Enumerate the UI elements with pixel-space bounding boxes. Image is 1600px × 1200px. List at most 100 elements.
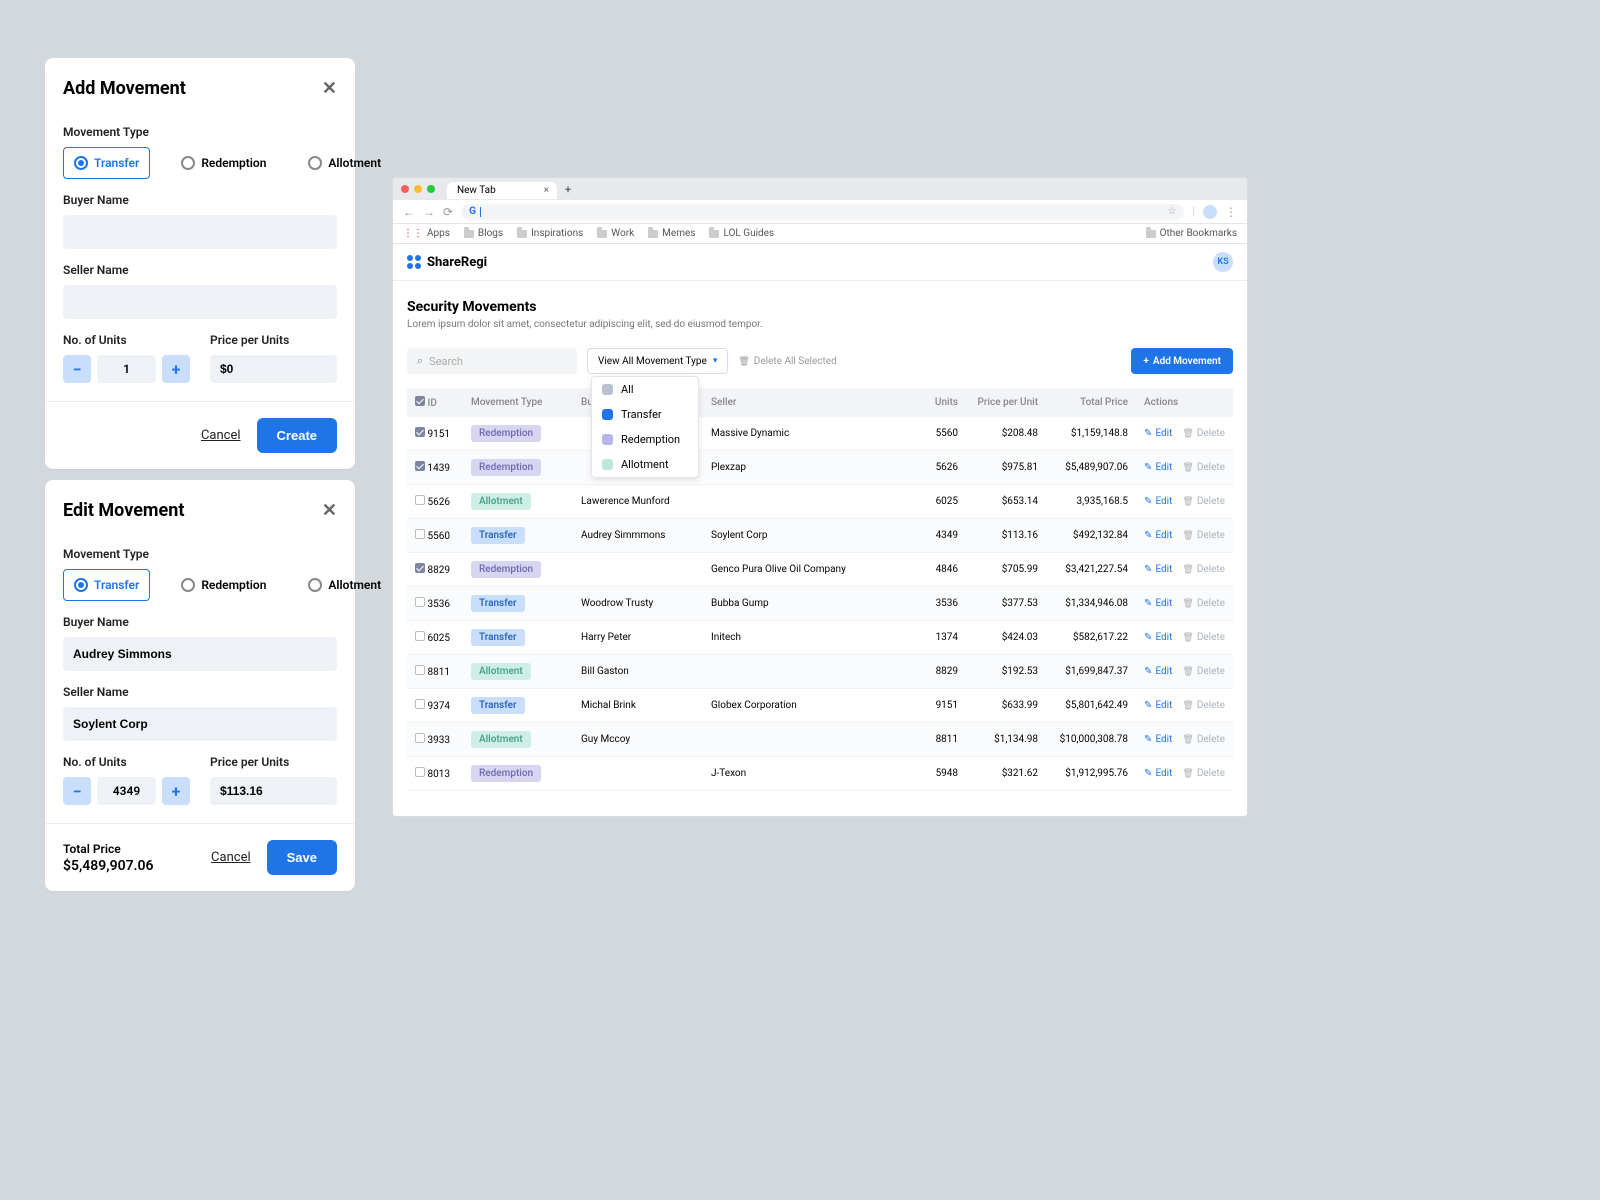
radio-transfer[interactable]: Transfer bbox=[63, 569, 150, 601]
radio-transfer[interactable]: Transfer bbox=[63, 147, 150, 179]
row-checkbox[interactable] bbox=[415, 461, 425, 471]
add-movement-button[interactable]: Add Movement bbox=[1131, 348, 1233, 374]
star-icon[interactable]: ☆ bbox=[1167, 206, 1176, 217]
edit-button[interactable]: Edit bbox=[1144, 768, 1172, 779]
edit-button[interactable]: Edit bbox=[1144, 734, 1172, 745]
price-input[interactable] bbox=[210, 355, 337, 383]
bookmark-folder[interactable]: LOL Guides bbox=[709, 228, 774, 239]
ppu-cell: $377.53 bbox=[966, 587, 1046, 621]
back-icon[interactable]: ← bbox=[403, 205, 415, 219]
movement-type-radios: Transfer Redemption Allotment bbox=[63, 569, 337, 601]
row-checkbox[interactable] bbox=[415, 427, 425, 437]
search-input[interactable]: Search bbox=[407, 348, 577, 374]
url-input[interactable]: G ☆ bbox=[461, 204, 1184, 220]
total-cell: $3,421,227.54 bbox=[1046, 553, 1136, 587]
table-row: 9151RedemptionMassive Dynamic5560$208.48… bbox=[407, 417, 1233, 451]
other-bookmarks[interactable]: Other Bookmarks bbox=[1146, 228, 1237, 239]
increment-button[interactable]: + bbox=[162, 777, 190, 805]
seller-cell bbox=[703, 723, 916, 757]
edit-button[interactable]: Edit bbox=[1144, 462, 1172, 473]
delete-button[interactable]: Delete bbox=[1182, 598, 1225, 609]
bookmark-folder[interactable]: Inspirations bbox=[517, 228, 583, 239]
row-checkbox[interactable] bbox=[415, 529, 425, 539]
increment-button[interactable]: + bbox=[162, 355, 190, 383]
window-maximize-icon[interactable] bbox=[427, 185, 435, 193]
delete-button[interactable]: Delete bbox=[1182, 700, 1225, 711]
price-input[interactable] bbox=[210, 777, 337, 805]
delete-button[interactable]: Delete bbox=[1182, 496, 1225, 507]
apps-button[interactable]: ⋮⋮Apps bbox=[403, 228, 450, 239]
row-checkbox[interactable] bbox=[415, 597, 425, 607]
window-close-icon[interactable] bbox=[401, 185, 409, 193]
edit-button[interactable]: Edit bbox=[1144, 428, 1172, 439]
filter-option-allotment[interactable]: Allotment bbox=[592, 452, 698, 477]
edit-button[interactable]: Edit bbox=[1144, 530, 1172, 541]
delete-button[interactable]: Delete bbox=[1182, 428, 1225, 439]
filter-option-transfer[interactable]: Transfer bbox=[592, 402, 698, 427]
bookmark-folder[interactable]: Blogs bbox=[464, 228, 503, 239]
bookmark-folder[interactable]: Work bbox=[597, 228, 634, 239]
movement-type-filter[interactable]: View All Movement Type ▾ bbox=[587, 348, 728, 374]
units-cell: 1374 bbox=[916, 621, 966, 655]
units-value[interactable]: 1 bbox=[97, 355, 156, 383]
cancel-button[interactable]: Cancel bbox=[211, 850, 251, 865]
cancel-button[interactable]: Cancel bbox=[201, 428, 241, 443]
reload-icon[interactable]: ⟳ bbox=[443, 205, 453, 219]
edit-button[interactable]: Edit bbox=[1144, 632, 1172, 643]
edit-button[interactable]: Edit bbox=[1144, 666, 1172, 677]
movement-type-radios: Transfer Redemption Allotment bbox=[63, 147, 337, 179]
edit-button[interactable]: Edit bbox=[1144, 598, 1172, 609]
delete-button[interactable]: Delete bbox=[1182, 530, 1225, 541]
bookmark-folder[interactable]: Memes bbox=[648, 228, 695, 239]
radio-redemption[interactable]: Redemption bbox=[170, 147, 277, 179]
new-tab-button[interactable]: + bbox=[565, 183, 571, 196]
forward-icon[interactable]: → bbox=[423, 205, 435, 219]
filter-option-all[interactable]: All bbox=[592, 377, 698, 402]
delete-button[interactable]: Delete bbox=[1182, 632, 1225, 643]
ppu-cell: $705.99 bbox=[966, 553, 1046, 587]
trash-icon bbox=[1182, 734, 1193, 745]
avatar[interactable]: KS bbox=[1213, 252, 1233, 272]
tab-close-icon[interactable]: × bbox=[544, 185, 549, 196]
row-checkbox[interactable] bbox=[415, 631, 425, 641]
pencil-icon bbox=[1144, 530, 1152, 541]
radio-redemption[interactable]: Redemption bbox=[170, 569, 277, 601]
profile-icon[interactable] bbox=[1203, 205, 1217, 219]
buyer-cell bbox=[573, 553, 703, 587]
delete-button[interactable]: Delete bbox=[1182, 768, 1225, 779]
buyer-name-input[interactable] bbox=[63, 215, 337, 249]
edit-button[interactable]: Edit bbox=[1144, 496, 1172, 507]
delete-button[interactable]: Delete bbox=[1182, 564, 1225, 575]
edit-button[interactable]: Edit bbox=[1144, 564, 1172, 575]
decrement-button[interactable]: − bbox=[63, 355, 91, 383]
brand[interactable]: ShareRegi bbox=[407, 255, 487, 270]
row-checkbox[interactable] bbox=[415, 495, 425, 505]
window-minimize-icon[interactable] bbox=[414, 185, 422, 193]
close-icon[interactable]: ✕ bbox=[322, 500, 337, 521]
row-checkbox[interactable] bbox=[415, 563, 425, 573]
table-row: 8811AllotmentBill Gaston8829$192.53$1,69… bbox=[407, 655, 1233, 689]
seller-name-input[interactable] bbox=[63, 285, 337, 319]
radio-allotment[interactable]: Allotment bbox=[297, 147, 392, 179]
delete-all-button[interactable]: Delete All Selected bbox=[738, 356, 836, 367]
units-value[interactable]: 4349 bbox=[97, 777, 156, 805]
edit-button[interactable]: Edit bbox=[1144, 700, 1172, 711]
row-checkbox[interactable] bbox=[415, 699, 425, 709]
save-button[interactable]: Save bbox=[267, 840, 337, 875]
row-checkbox[interactable] bbox=[415, 767, 425, 777]
decrement-button[interactable]: − bbox=[63, 777, 91, 805]
create-button[interactable]: Create bbox=[257, 418, 337, 453]
row-checkbox[interactable] bbox=[415, 733, 425, 743]
seller-name-input[interactable] bbox=[63, 707, 337, 741]
delete-button[interactable]: Delete bbox=[1182, 462, 1225, 473]
delete-button[interactable]: Delete bbox=[1182, 666, 1225, 677]
buyer-name-input[interactable] bbox=[63, 637, 337, 671]
browser-tab[interactable]: New Tab × bbox=[447, 182, 557, 199]
row-checkbox[interactable] bbox=[415, 665, 425, 675]
close-icon[interactable]: ✕ bbox=[322, 78, 337, 99]
delete-button[interactable]: Delete bbox=[1182, 734, 1225, 745]
select-all-checkbox[interactable] bbox=[415, 396, 425, 406]
menu-icon[interactable]: ⋮ bbox=[1225, 205, 1237, 219]
radio-allotment[interactable]: Allotment bbox=[297, 569, 392, 601]
filter-option-redemption[interactable]: Redemption bbox=[592, 427, 698, 452]
